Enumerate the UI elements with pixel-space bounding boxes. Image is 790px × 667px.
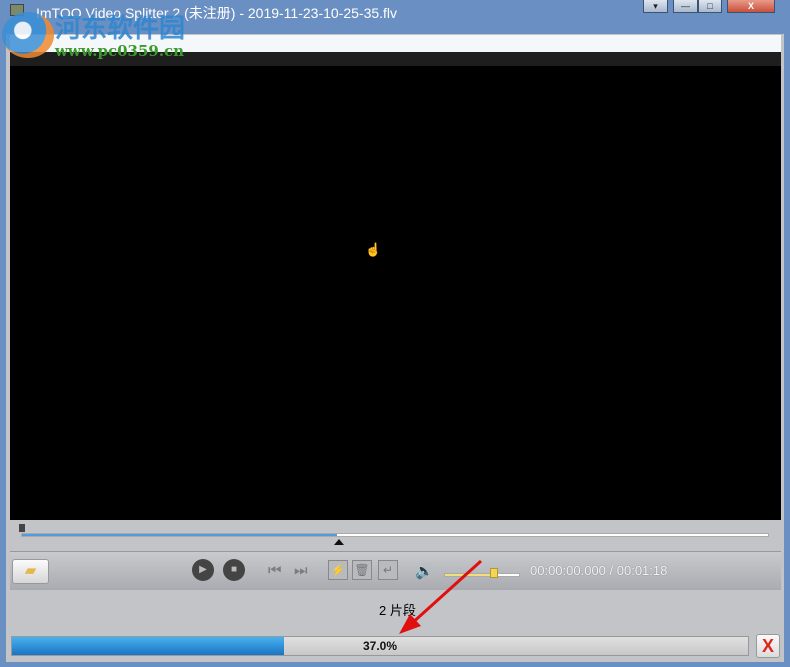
- red-arrow-annotation: [399, 559, 483, 634]
